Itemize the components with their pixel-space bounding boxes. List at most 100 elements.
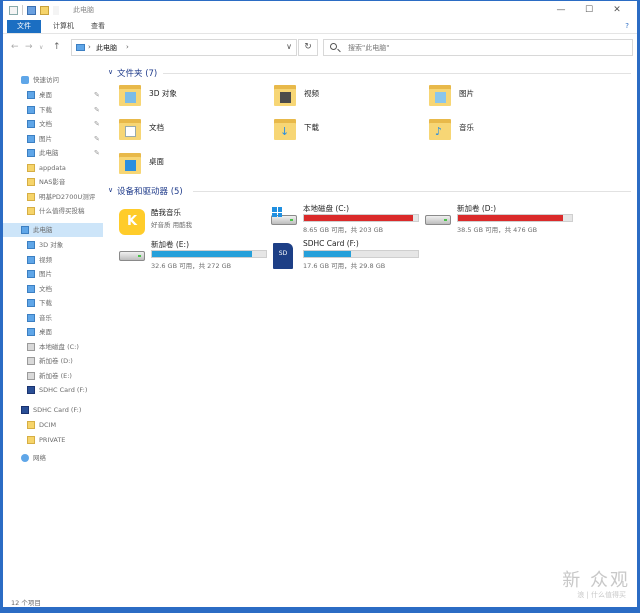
folder-music-icon: ♪ — [429, 117, 453, 141]
refresh-button[interactable]: ↻ — [298, 39, 318, 56]
properties-icon[interactable] — [27, 5, 36, 15]
3d-objects-icon — [27, 241, 35, 249]
pin-icon: ✎ — [94, 91, 100, 99]
address-dropdown-icon[interactable]: ∨ — [286, 42, 292, 51]
minimize-button[interactable]: — — [547, 3, 575, 17]
sidebar-sd-item-1[interactable]: PRIVATE — [3, 433, 103, 447]
collapse-chevron-icon[interactable]: ∨ — [108, 68, 113, 76]
group-divider — [163, 73, 631, 74]
sidebar-item-label: 视频 — [39, 255, 52, 264]
drives-group-header[interactable]: ∨ 设备和驱动器 (5) — [107, 185, 631, 199]
sidebar-item-1[interactable]: 下载 ✎ — [3, 103, 103, 117]
sidebar-pc-item-0[interactable]: 3D 对象 — [3, 238, 103, 252]
back-button[interactable]: ← — [11, 42, 19, 52]
sidebar-pc-item-9[interactable]: 新加卷 (E:) — [3, 369, 103, 383]
music-icon — [27, 313, 35, 322]
customize-toolbar-icon[interactable] — [53, 5, 59, 15]
folder-picture-icon — [429, 83, 453, 107]
sd-card-icon — [21, 406, 29, 414]
tab-view[interactable]: 查看 — [85, 20, 111, 33]
sidebar-pc-item-6[interactable]: 桌面 — [3, 325, 103, 339]
folder-desktop[interactable]: 桌面 — [107, 151, 257, 181]
sidebar-pc-item-5[interactable]: 音乐 — [3, 311, 103, 325]
up-button[interactable]: ↑ — [53, 42, 61, 52]
sidebar-item-label: 本地磁盘 (C:) — [39, 342, 79, 351]
toolbar-divider — [22, 5, 23, 15]
drive-free-space: 17.6 GB 可用，共 29.8 GB — [303, 262, 386, 270]
maximize-button[interactable]: ☐ — [575, 3, 603, 17]
sidebar-pc-item-7[interactable]: 本地磁盘 (C:) — [3, 340, 103, 354]
folder-3d[interactable]: 3D 对象 — [107, 83, 257, 113]
folder-icon — [27, 421, 35, 429]
sidebar-pc-item-3[interactable]: 文档 — [3, 282, 103, 296]
tab-file[interactable]: 文件 — [7, 20, 41, 33]
tab-computer[interactable]: 计算机 — [47, 20, 80, 33]
close-button[interactable]: ✕ — [603, 3, 631, 17]
status-bar-count: 12 个项目 — [11, 599, 41, 607]
drive-0[interactable]: 本地磁盘 (C:) 8.65 GB 可用，共 203 GB — [271, 203, 426, 235]
help-button[interactable]: ? — [625, 22, 629, 30]
network-icon — [21, 454, 29, 462]
folder-3d-icon — [119, 83, 143, 107]
navigation-pane: 快速访问 桌面 ✎ 下载 ✎ 文档 ✎ 图片 ✎ 此电脑 ✎ appdata NAS影音 明基PD270… — [3, 63, 103, 593]
drive-2[interactable]: 新加卷 (E:) 32.6 GB 可用，共 272 GB — [119, 239, 274, 271]
folder-icon — [27, 192, 35, 201]
sd-card-icon: SD — [271, 243, 297, 269]
folder-download[interactable]: ↓ 下载 — [262, 117, 412, 147]
kuwo-music-shortcut[interactable]: K 酷我音乐 好音质 用酷我 — [119, 205, 274, 237]
sidebar-item-7[interactable]: 明基PD2700U测评 — [3, 190, 103, 204]
new-folder-icon[interactable] — [40, 5, 49, 15]
sd-card-icon — [27, 386, 35, 394]
hard-drive-icon — [119, 243, 145, 265]
explorer-app-icon[interactable] — [9, 5, 18, 15]
sidebar-sd-item-0[interactable]: DCIM — [3, 418, 103, 432]
sidebar-network[interactable]: 网络 — [3, 451, 103, 465]
sidebar-quick-access[interactable]: 快速访问 — [3, 73, 103, 87]
folder-icon — [27, 178, 35, 186]
address-bar[interactable]: › 此电脑 › ∨ — [71, 39, 297, 56]
drive-1[interactable]: 新加卷 (D:) 38.5 GB 可用，共 476 GB — [425, 203, 580, 235]
search-box[interactable]: 搜索"此电脑" — [323, 39, 633, 56]
sidebar-item-0[interactable]: 桌面 ✎ — [3, 88, 103, 102]
sidebar-item-label: 此电脑 — [39, 149, 59, 157]
sidebar-item-label: PRIVATE — [39, 435, 66, 444]
folder-music[interactable]: ♪ 音乐 — [417, 117, 567, 147]
sidebar-pc-item-1[interactable]: 视频 — [3, 253, 103, 267]
drive-icon — [27, 371, 35, 380]
folder-document[interactable]: 文档 — [107, 117, 257, 147]
collapse-chevron-icon[interactable]: ∨ — [108, 186, 113, 194]
folder-video[interactable]: 视频 — [262, 83, 412, 113]
sidebar-item-label: 明基PD2700U测评 — [39, 192, 96, 201]
sidebar-item-2[interactable]: 文档 ✎ — [3, 117, 103, 131]
drive-3[interactable]: SD SDHC Card (F:) 17.6 GB 可用，共 29.8 GB — [271, 239, 426, 271]
sidebar-pc-item-4[interactable]: 下载 — [3, 296, 103, 310]
document-icon — [27, 120, 35, 128]
recent-locations-button[interactable]: ∨ — [39, 44, 43, 51]
folders-group-header[interactable]: ∨ 文件夹 (7) — [107, 67, 631, 81]
sidebar-this-pc[interactable]: 此电脑 — [3, 223, 103, 237]
sidebar-item-label: 音乐 — [39, 313, 52, 322]
drive-usage-fill — [304, 215, 414, 221]
sidebar-item-label: NAS影音 — [39, 178, 66, 186]
forward-button[interactable]: → — [25, 42, 33, 52]
sidebar-item-6[interactable]: NAS影音 — [3, 175, 103, 189]
breadcrumb-this-pc[interactable]: 此电脑 — [96, 43, 117, 53]
search-placeholder[interactable]: 搜索"此电脑" — [348, 43, 389, 53]
breadcrumb-arrow[interactable]: › — [126, 43, 129, 51]
desktop-icon — [27, 91, 35, 99]
sidebar-item-8[interactable]: 什么值得买投稿 — [3, 204, 103, 218]
sidebar-item-3[interactable]: 图片 ✎ — [3, 132, 103, 146]
sidebar-item-label: appdata — [39, 163, 66, 172]
sidebar-item-4[interactable]: 此电脑 ✎ — [3, 146, 103, 160]
sidebar-sd-card[interactable]: SDHC Card (F:) — [3, 403, 103, 417]
drive-usage-fill — [304, 251, 351, 257]
folder-picture[interactable]: 图片 — [417, 83, 567, 113]
sidebar-pc-item-8[interactable]: 新加卷 (D:) — [3, 354, 103, 368]
sidebar-pc-item-10[interactable]: SDHC Card (F:) — [3, 383, 103, 397]
sidebar-item-label: 图片 — [39, 134, 52, 143]
kuwo-app-icon: K — [119, 209, 145, 235]
sidebar-pc-item-2[interactable]: 图片 — [3, 267, 103, 281]
breadcrumb-separator[interactable]: › — [88, 43, 91, 51]
sidebar-item-5[interactable]: appdata — [3, 161, 103, 175]
search-icon — [330, 43, 337, 50]
